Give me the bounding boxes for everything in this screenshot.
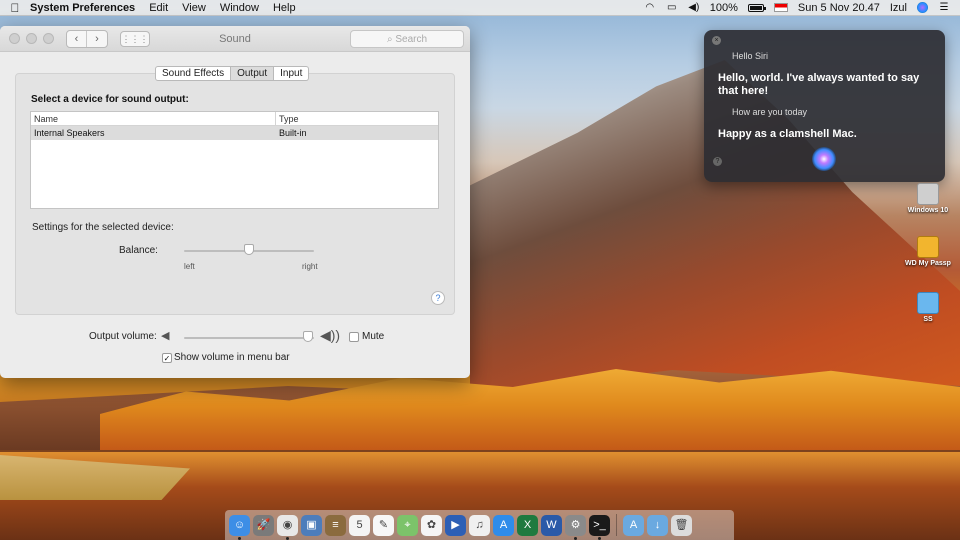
dock-system-preferences-icon[interactable]: ⚙ xyxy=(565,514,586,540)
dock-chrome-icon[interactable]: ◉ xyxy=(277,514,298,540)
siri-panel: × Hello Siri Hello, world. I've always w… xyxy=(704,30,945,182)
tab-input[interactable]: Input xyxy=(274,66,310,81)
search-field[interactable]: ⌕ Search xyxy=(350,30,464,48)
battery-icon[interactable] xyxy=(747,3,766,12)
dock-word-icon[interactable]: W xyxy=(541,514,562,536)
mute-checkbox[interactable] xyxy=(349,332,359,342)
output-volume-slider[interactable] xyxy=(184,337,314,339)
siri-answer-2: Happy as a clamshell Mac. xyxy=(718,128,857,140)
output-panel: Select a device for sound output: Name T… xyxy=(15,73,455,315)
dock-separator xyxy=(616,514,617,536)
device-table: Name Type Internal Speakers Built-in xyxy=(30,111,439,209)
menu-app-name[interactable]: System Preferences xyxy=(30,2,135,14)
balance-slider-knob[interactable] xyxy=(244,244,254,255)
input-source-flag-icon[interactable] xyxy=(773,3,788,12)
output-volume-slider-knob[interactable] xyxy=(302,331,313,342)
menu-edit[interactable]: Edit xyxy=(149,2,168,14)
dock-launchpad-icon[interactable]: 🚀 xyxy=(253,514,274,536)
output-device-heading: Select a device for sound output: xyxy=(31,94,189,105)
dock-photos-icon[interactable]: ✿ xyxy=(421,514,442,536)
dock-preview-icon[interactable]: ▣ xyxy=(301,514,322,536)
output-volume-label: Output volume: xyxy=(89,331,157,342)
desktop-icon-label: SS xyxy=(923,316,933,323)
balance-left-label: left xyxy=(184,262,195,271)
siri-query-2: How are you today xyxy=(732,107,808,117)
dock-app-store-icon[interactable]: A xyxy=(493,514,514,536)
airplay-icon[interactable]: ▭ xyxy=(666,2,678,13)
menu-bar:  System Preferences Edit View Window He… xyxy=(0,0,960,16)
balance-label: Balance: xyxy=(119,245,158,256)
dock-downloads-folder-icon[interactable]: ↓ xyxy=(647,514,668,536)
dock-keynote-icon[interactable]: ▶ xyxy=(445,514,466,536)
dock-textedit-icon[interactable]: ✎ xyxy=(373,514,394,536)
balance-right-label: right xyxy=(302,262,318,271)
column-header-type[interactable]: Type xyxy=(276,112,299,125)
dock-finder-icon[interactable]: ☺ xyxy=(229,514,250,540)
navigation-buttons: ‹ › xyxy=(66,29,108,48)
menu-window[interactable]: Window xyxy=(220,2,259,14)
menu-help[interactable]: Help xyxy=(273,2,296,14)
device-name-cell: Internal Speakers xyxy=(34,128,105,138)
desktop-icon-label: Windows 10 xyxy=(907,207,949,214)
siri-help-button[interactable]: ? xyxy=(713,157,722,166)
zoom-button[interactable] xyxy=(43,33,54,44)
show-volume-label[interactable]: Show volume in menu bar xyxy=(174,352,290,363)
user-name[interactable]: Izul xyxy=(890,2,907,14)
tab-output[interactable]: Output xyxy=(231,66,275,81)
desktop-icon-label: WD My Passp xyxy=(905,260,951,267)
desktop-icon-windows-10[interactable]: Windows 10 xyxy=(898,183,958,214)
dock: ☺ 🚀 ◉ ▣ ≡ 5 ✎ ⌖ ✿ ▶ ♫ A X W ⚙ >_ A ↓ 🗑 xyxy=(225,510,734,540)
siri-menu-icon[interactable] xyxy=(917,2,928,13)
device-type-cell: Built-in xyxy=(279,128,307,138)
minimize-button[interactable] xyxy=(26,33,37,44)
dock-maps-icon[interactable]: ⌖ xyxy=(397,514,418,536)
siri-orb-icon[interactable] xyxy=(812,147,836,171)
back-button[interactable]: ‹ xyxy=(67,30,87,47)
table-row[interactable]: Internal Speakers Built-in xyxy=(31,126,438,140)
dock-itunes-icon[interactable]: ♫ xyxy=(469,514,490,536)
dock-calendar-icon[interactable]: 5 xyxy=(349,514,370,536)
volume-icon[interactable]: ◀) xyxy=(688,2,700,13)
column-header-name[interactable]: Name xyxy=(31,112,276,125)
wifi-icon[interactable]: ◠ xyxy=(644,2,656,13)
dock-excel-icon[interactable]: X xyxy=(517,514,538,536)
sound-preferences-window: ‹ › ⋮⋮⋮ Sound ⌕ Search Sound Effects Out… xyxy=(0,26,470,378)
volume-high-icon: ◀)) xyxy=(320,327,341,343)
help-button[interactable]: ? xyxy=(431,291,445,305)
desktop-icon-ss[interactable]: SS xyxy=(898,292,958,323)
menu-view[interactable]: View xyxy=(182,2,206,14)
search-placeholder: Search xyxy=(395,34,428,45)
forward-button[interactable]: › xyxy=(87,31,107,47)
clock[interactable]: Sun 5 Nov 20.47 xyxy=(798,2,880,14)
siri-answer-1: Hello, world. I've always wanted to say … xyxy=(718,72,920,97)
show-all-grid-button[interactable]: ⋮⋮⋮ xyxy=(120,30,150,47)
dock-terminal-icon[interactable]: >_ xyxy=(589,514,610,540)
menu-extras: ◠ ▭ ◀) 100% Sun 5 Nov 20.47 Izul ☰ xyxy=(644,2,960,14)
sound-tabs: Sound Effects Output Input xyxy=(155,66,310,81)
drive-icon xyxy=(917,183,939,205)
close-button[interactable] xyxy=(9,33,20,44)
desktop-icon-wd-my-passport[interactable]: WD My Passp xyxy=(898,236,958,267)
mute-label[interactable]: Mute xyxy=(362,331,384,342)
siri-query-1: Hello Siri xyxy=(732,51,769,61)
notification-center-icon[interactable]: ☰ xyxy=(938,2,950,13)
volume-low-icon: ◀ xyxy=(161,330,170,342)
dock-applications-folder-icon[interactable]: A xyxy=(623,514,644,536)
selected-device-settings-label: Settings for the selected device: xyxy=(32,222,174,233)
dock-notes-icon[interactable]: ≡ xyxy=(325,514,346,536)
window-titlebar[interactable]: ‹ › ⋮⋮⋮ Sound ⌕ Search xyxy=(0,26,470,52)
apple-icon[interactable]:  xyxy=(0,1,30,15)
dock-trash-icon[interactable]: 🗑 xyxy=(671,514,692,536)
show-volume-checkbox[interactable]: ✓ xyxy=(162,353,172,363)
battery-percent: 100% xyxy=(709,1,738,14)
table-header: Name Type xyxy=(31,112,438,126)
external-drive-icon xyxy=(917,236,939,258)
siri-close-button[interactable]: × xyxy=(712,36,721,45)
window-controls xyxy=(9,33,54,44)
tab-sound-effects[interactable]: Sound Effects xyxy=(155,66,232,81)
folder-icon xyxy=(917,292,939,314)
